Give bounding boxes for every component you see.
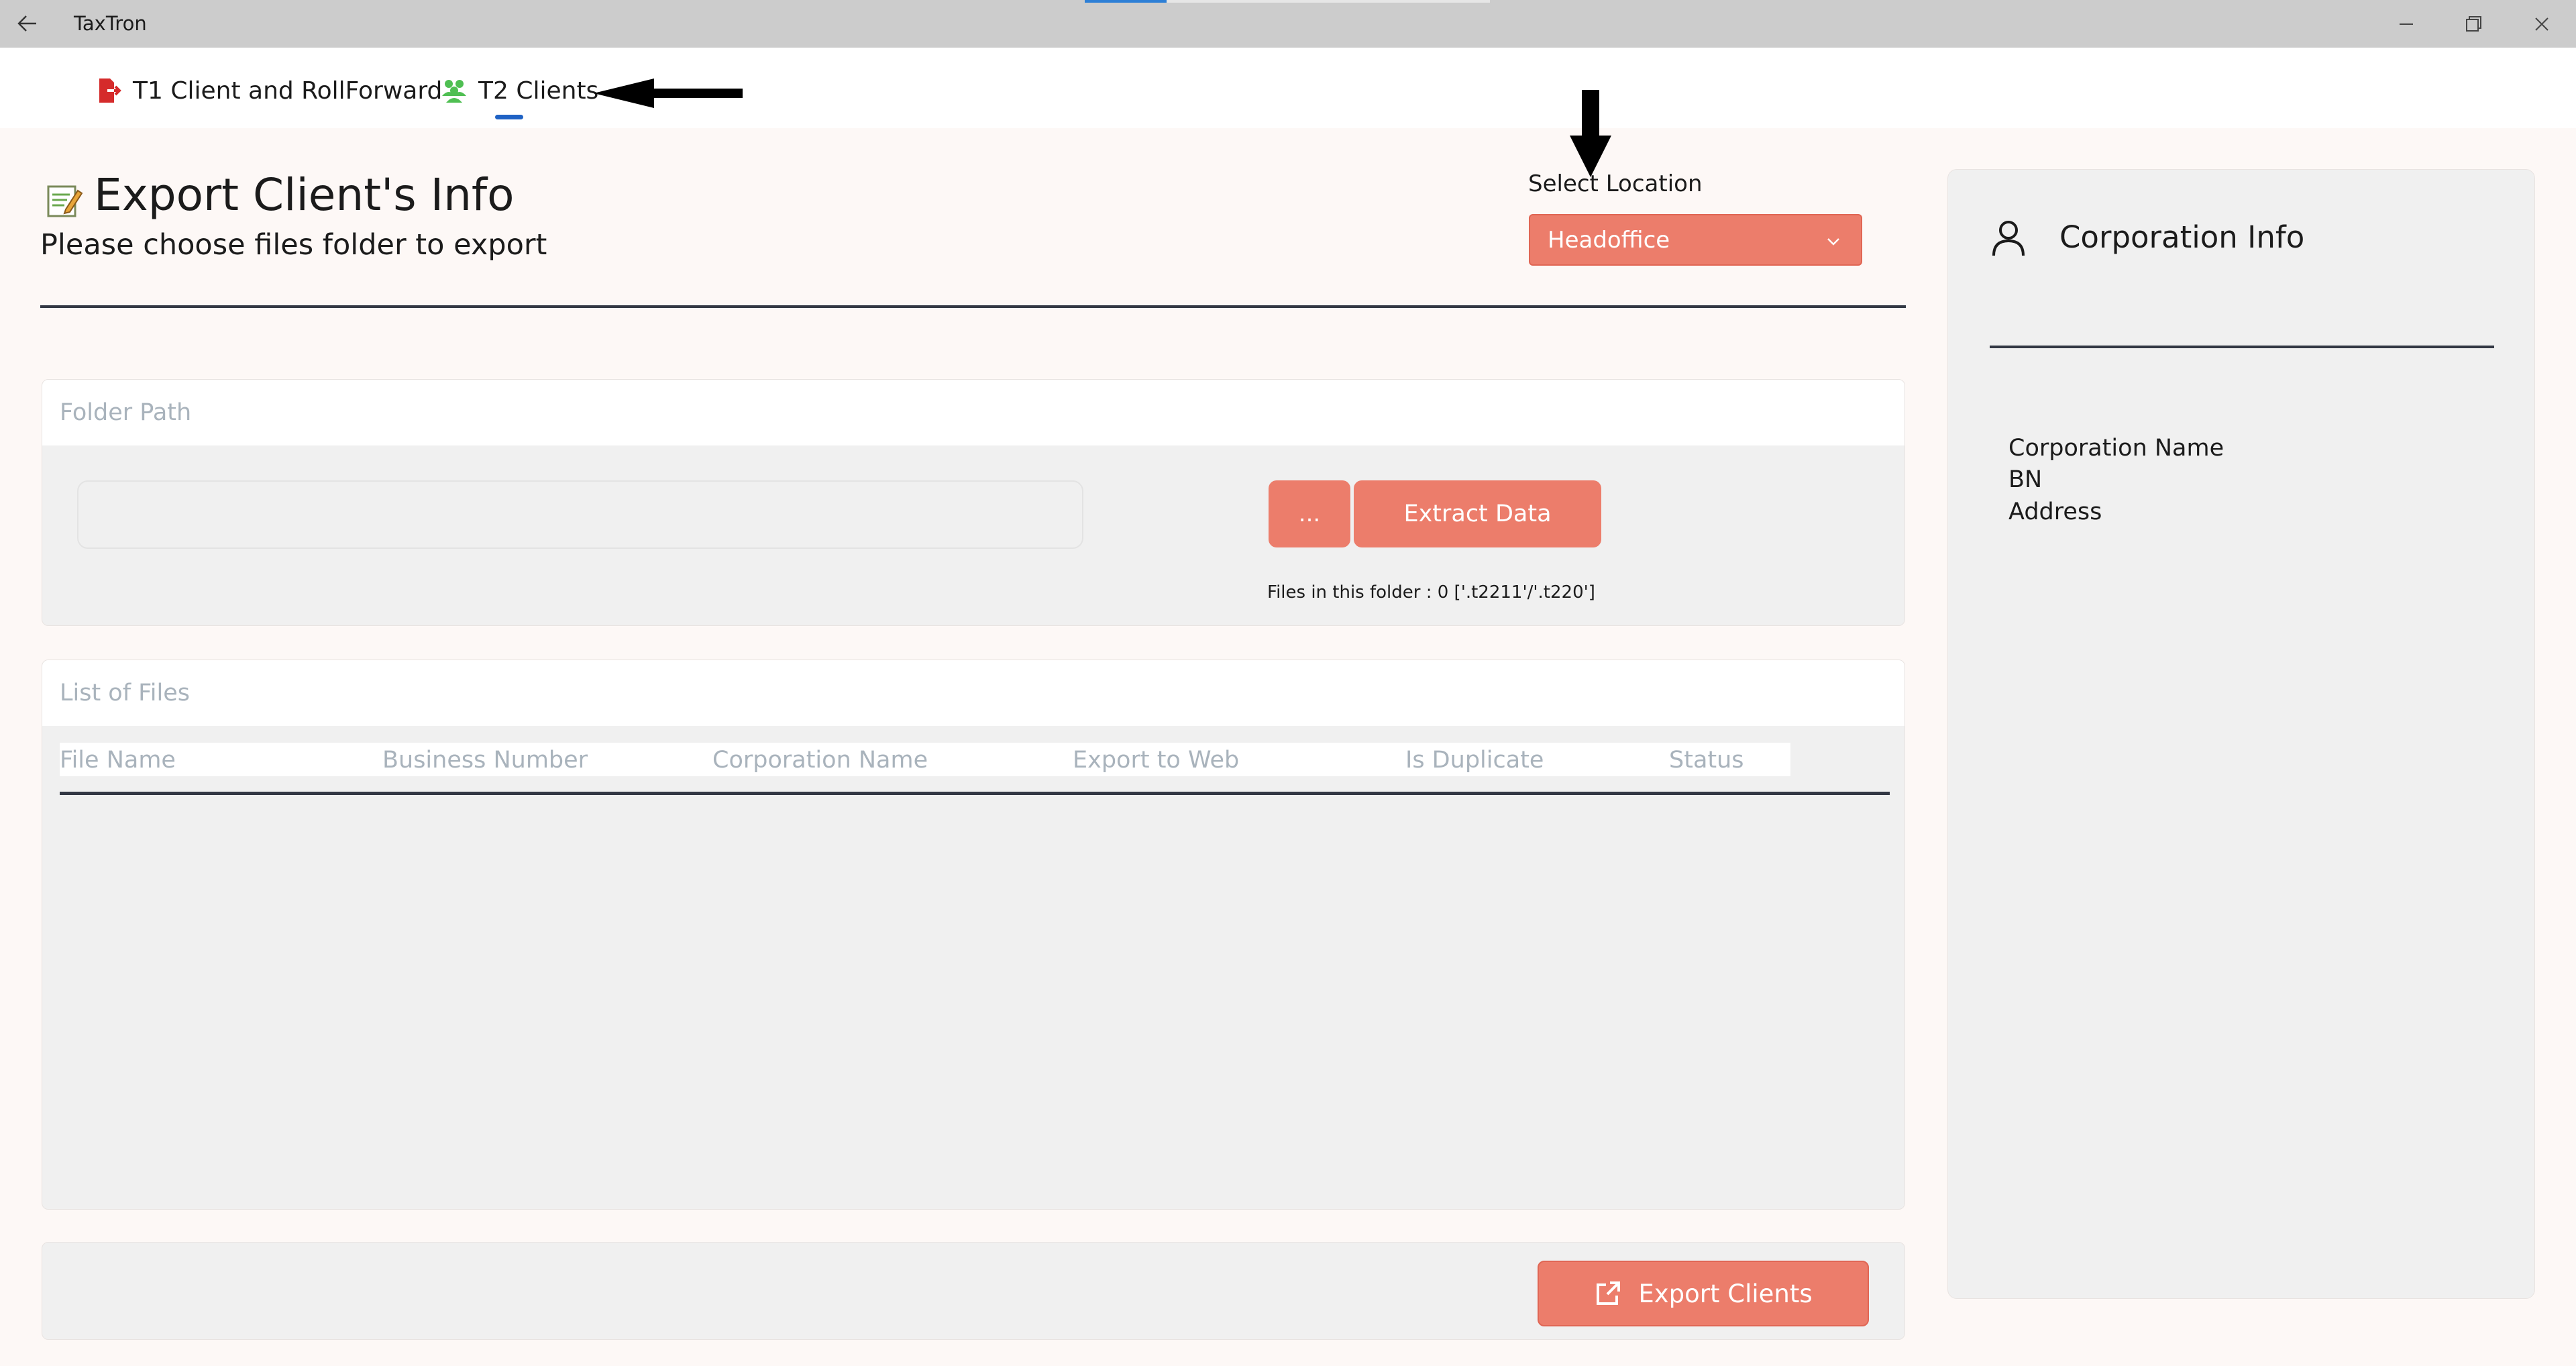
column-file-name[interactable]: File Name	[60, 747, 176, 774]
folder-path-heading: Folder Path	[42, 380, 1904, 445]
files-count-text: Files in this folder : 0 ['.t2211'/'.t22…	[1267, 582, 1595, 602]
tab-t1-client-rollforward[interactable]: T1 Client and RollForward	[94, 74, 442, 107]
people-icon	[442, 80, 466, 103]
export-clients-button[interactable]: Export Clients	[1538, 1261, 1869, 1326]
external-link-icon	[1597, 1281, 1621, 1305]
file-list-heading: List of Files	[42, 660, 1904, 726]
browse-folder-button[interactable]: ...	[1269, 480, 1350, 547]
extract-data-button[interactable]: Extract Data	[1354, 480, 1601, 547]
location-dropdown[interactable]: Headoffice	[1529, 214, 1862, 266]
column-status[interactable]: Status	[1669, 747, 1744, 774]
back-arrow-icon[interactable]	[13, 9, 42, 38]
title-bar: TaxTron	[0, 0, 2576, 48]
tab-t2-clients[interactable]: T2 Clients	[439, 74, 598, 107]
nav-bar: T1 Client and RollForward T2 Clients	[0, 48, 2576, 128]
tab-t2-label: T2 Clients	[478, 76, 599, 105]
loading-progress-track	[1167, 0, 1490, 3]
edit-document-icon	[47, 185, 83, 217]
corporation-info-divider	[1990, 346, 2494, 348]
close-icon[interactable]	[2527, 9, 2557, 39]
folder-path-card: Folder Path ... Extract Data Files in th…	[42, 379, 1905, 626]
file-table-header: File Name Business Number Corporation Na…	[60, 743, 1790, 776]
location-selected-value: Headoffice	[1548, 226, 1670, 254]
column-corporation-name[interactable]: Corporation Name	[712, 747, 928, 774]
maximize-icon[interactable]	[2459, 9, 2488, 39]
corporation-info-panel: Corporation Info Corporation Name BN Add…	[1947, 169, 2535, 1299]
page-title: Export Client's Info	[94, 169, 515, 221]
location-label: Select Location	[1528, 170, 1703, 197]
corporation-name-label: Corporation Name	[2008, 435, 2224, 462]
person-icon	[1992, 221, 2025, 256]
table-header-divider	[60, 792, 1890, 795]
bn-label: BN	[2008, 466, 2043, 493]
export-clients-label: Export Clients	[1638, 1279, 1813, 1308]
file-list-card: List of Files File Name Business Number …	[42, 660, 1905, 1210]
annotation-arrow-left-icon	[594, 78, 743, 108]
chevron-down-icon	[1827, 238, 1839, 246]
header-divider	[40, 305, 1906, 308]
folder-path-input[interactable]	[77, 480, 1083, 549]
window-title: TaxTron	[74, 12, 147, 35]
loading-progress-indicator	[1085, 0, 1167, 3]
corporation-info-title: Corporation Info	[2059, 219, 2305, 255]
minimize-icon[interactable]	[2392, 9, 2421, 39]
export-file-icon	[99, 78, 121, 103]
selected-tab-indicator	[495, 115, 523, 119]
tab-t1-label: T1 Client and RollForward	[133, 76, 443, 105]
column-business-number[interactable]: Business Number	[382, 747, 588, 774]
column-export-to-web[interactable]: Export to Web	[1073, 747, 1239, 774]
address-label: Address	[2008, 498, 2102, 525]
annotation-arrow-down-icon	[1570, 90, 1611, 177]
page-subtitle: Please choose files folder to export	[40, 228, 547, 262]
column-is-duplicate[interactable]: Is Duplicate	[1405, 747, 1544, 774]
